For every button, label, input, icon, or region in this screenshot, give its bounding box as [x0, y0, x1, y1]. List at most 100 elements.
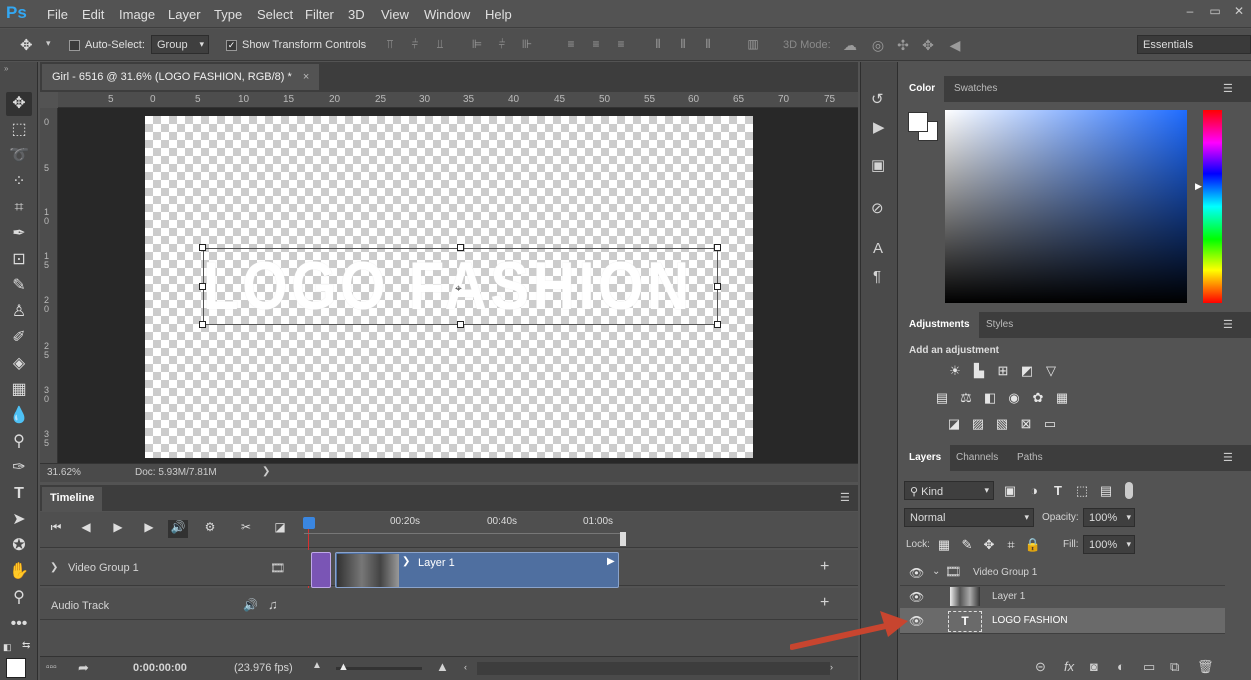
work-area-bar[interactable] — [304, 533, 624, 547]
properties-icon[interactable]: ⊘ — [871, 199, 884, 217]
lasso-tool-icon[interactable]: ➰ — [6, 144, 32, 168]
hue-slider-thumb[interactable]: ▶ — [1195, 181, 1202, 192]
foreground-color-swatch[interactable] — [6, 658, 26, 678]
auto-select-checkbox[interactable] — [69, 40, 80, 51]
timeline-tab[interactable]: Timeline — [42, 487, 103, 511]
distribute-vcenter-icon[interactable]: ≡ — [588, 37, 604, 51]
history-icon[interactable]: ↺ — [871, 90, 884, 108]
tab-paths[interactable]: Paths — [1008, 445, 1052, 471]
color-lookup-icon[interactable]: ▦ — [1053, 390, 1071, 406]
3d-panel-icon[interactable]: ▣ — [871, 156, 885, 174]
eyedropper-tool-icon[interactable]: ✒ — [6, 222, 32, 246]
curves-icon[interactable]: ⊞ — [994, 363, 1012, 379]
menu-help[interactable]: Help — [485, 7, 512, 22]
settings-gear-icon[interactable]: ⚙ — [200, 520, 220, 538]
3d-rotate-icon[interactable]: ☁ — [842, 37, 858, 53]
clip-menu-icon[interactable]: ▶ — [607, 556, 615, 567]
filter-kind-dropdown[interactable]: ⚲ Kind ▾ — [904, 481, 994, 500]
video-clip[interactable]: ❯ Layer 1 ▶ — [335, 552, 619, 588]
3d-slide-icon[interactable]: ✥ — [920, 37, 936, 53]
menu-view[interactable]: View — [381, 7, 409, 22]
tab-swatches[interactable]: Swatches — [945, 76, 1006, 102]
new-layer-icon[interactable]: ⧉ — [1170, 659, 1179, 675]
filter-smart-object-icon[interactable]: ▤ — [1097, 483, 1115, 499]
pen-tool-icon[interactable]: ✑ — [6, 456, 32, 480]
visibility-eye-icon[interactable]: 👁 — [909, 566, 924, 580]
tab-styles[interactable]: Styles — [977, 312, 1022, 338]
show-transform-checkbox[interactable]: ✓ — [226, 40, 237, 51]
transition-clip[interactable] — [311, 552, 331, 588]
scroll-left-icon[interactable]: ‹ — [464, 662, 467, 672]
link-layers-icon[interactable]: ⊝ — [1035, 659, 1046, 675]
black-white-icon[interactable]: ◧ — [981, 390, 999, 406]
tab-channels[interactable]: Channels — [947, 445, 1007, 471]
delete-layer-icon[interactable]: 🗑 — [1197, 659, 1214, 675]
transform-handle[interactable] — [457, 321, 464, 328]
quick-select-tool-icon[interactable]: ⁘ — [6, 170, 32, 194]
audio-speaker-icon[interactable]: 🔊 — [243, 598, 258, 612]
play-icon[interactable]: ▶ — [108, 520, 128, 538]
layer-row-selected[interactable]: 👁 T LOGO FASHION — [900, 608, 1225, 634]
healing-brush-tool-icon[interactable]: ⊡ — [6, 248, 32, 272]
filter-shape-icon[interactable]: ⬚ — [1073, 483, 1091, 499]
history-brush-tool-icon[interactable]: ✐ — [6, 326, 32, 350]
transform-handle[interactable] — [714, 283, 721, 290]
marquee-tool-icon[interactable]: ⬚ — [6, 118, 32, 142]
hue-saturation-icon[interactable]: ▤ — [933, 390, 951, 406]
align-right-icon[interactable]: ⊪ — [519, 37, 535, 51]
menu-image[interactable]: Image — [119, 7, 155, 22]
new-adjustment-layer-icon[interactable]: ◐ — [1117, 659, 1125, 674]
3d-pan-icon[interactable]: ✣ — [895, 37, 911, 53]
posterize-icon[interactable]: ▨ — [969, 416, 987, 432]
distribute-right-icon[interactable]: ⦀ — [700, 37, 716, 51]
zoom-level[interactable]: 31.62% — [47, 467, 81, 478]
transform-handle[interactable] — [714, 244, 721, 251]
levels-icon[interactable]: ▙ — [970, 363, 988, 379]
film-icon[interactable]: 🎞 — [270, 561, 285, 575]
align-left-icon[interactable]: ⊫ — [469, 37, 485, 51]
character-icon[interactable]: A — [873, 240, 883, 257]
zoom-slider-thumb[interactable]: ▲ — [338, 661, 349, 673]
lock-pixels-icon[interactable]: ✎ — [958, 537, 976, 553]
hand-tool-icon[interactable]: ✋ — [6, 560, 32, 584]
filter-type-icon[interactable]: T — [1049, 483, 1067, 499]
vibrance-icon[interactable]: ▽ — [1042, 363, 1060, 379]
reference-point-icon[interactable]: ⌖ — [455, 281, 462, 296]
color-picker-field[interactable] — [945, 110, 1187, 303]
shape-tool-icon[interactable]: ✪ — [6, 534, 32, 558]
dodge-tool-icon[interactable]: ⚲ — [6, 430, 32, 454]
timeline-scrollbar[interactable] — [477, 662, 830, 675]
add-mask-icon[interactable]: ◙ — [1090, 659, 1098, 674]
eraser-tool-icon[interactable]: ◈ — [6, 352, 32, 376]
scroll-right-icon[interactable]: › — [830, 662, 833, 672]
panel-menu-icon[interactable]: ☰ — [840, 491, 850, 504]
filter-toggle[interactable] — [1125, 482, 1133, 499]
collapse-icon[interactable]: » — [4, 64, 8, 73]
distribute-left-icon[interactable]: ⦀ — [650, 37, 666, 51]
transition-icon[interactable]: ◪ — [270, 520, 290, 538]
layer-style-fx-icon[interactable]: fx — [1064, 659, 1074, 674]
lock-position-icon[interactable]: ✥ — [980, 537, 998, 553]
filter-pixel-icon[interactable]: ▣ — [1001, 483, 1019, 499]
blend-mode-dropdown[interactable]: Normal ▾ — [904, 508, 1034, 527]
path-select-tool-icon[interactable]: ➤ — [6, 508, 32, 532]
next-frame-icon[interactable]: ▶ — [139, 520, 159, 538]
align-vcenter-icon[interactable]: ⫩ — [407, 37, 423, 51]
menu-window[interactable]: Window — [424, 7, 470, 22]
menu-3d[interactable]: 3D — [348, 7, 365, 22]
panel-menu-icon[interactable]: ☰ — [1223, 318, 1233, 331]
panel-menu-icon[interactable]: ☰ — [1223, 82, 1233, 95]
actions-play-icon[interactable]: ▶ — [873, 118, 885, 136]
more-tools-icon[interactable]: ••• — [6, 612, 32, 636]
current-time[interactable]: 0:00:00:00 — [133, 662, 187, 674]
lock-transparent-icon[interactable]: ▦ — [935, 537, 953, 553]
menu-edit[interactable]: Edit — [82, 7, 104, 22]
chevron-down-icon[interactable]: ▾ — [46, 38, 51, 49]
photo-filter-icon[interactable]: ◉ — [1005, 390, 1023, 406]
tab-adjustments[interactable]: Adjustments — [900, 312, 979, 338]
paragraph-icon[interactable]: ¶ — [873, 268, 881, 285]
close-tab-icon[interactable]: × — [303, 71, 309, 83]
brush-tool-icon[interactable]: ✎ — [6, 274, 32, 298]
clone-stamp-tool-icon[interactable]: ♙ — [6, 300, 32, 324]
default-colors-icon[interactable]: ◧ — [3, 642, 12, 653]
